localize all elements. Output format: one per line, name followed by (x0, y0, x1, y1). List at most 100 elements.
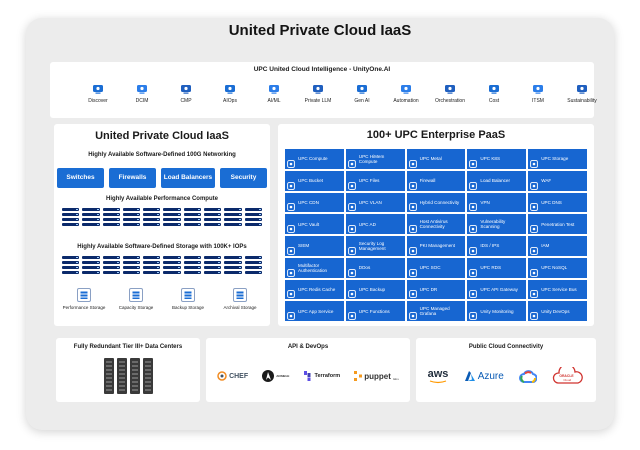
server-unit-icon (143, 218, 161, 221)
paas-tile-upc-metal: UPC Metal (406, 149, 466, 169)
paas-tile-label: Load Balancer (480, 178, 511, 184)
puppet-logo: puppet labs (354, 371, 399, 381)
paas-tile-waf: WAF (528, 170, 587, 191)
service-icon (408, 285, 417, 299)
azure-icon (464, 370, 475, 381)
binoculars-icon (92, 82, 104, 94)
server-unit-icon (62, 208, 80, 211)
service-icon (408, 220, 417, 233)
ansible-label: ANSIBLE (276, 374, 290, 378)
server-unit-icon (183, 256, 202, 259)
networking-switches: Switches (57, 168, 104, 188)
devops-title: API & DevOps (287, 344, 329, 350)
intelligence-item-label: Sustainability (567, 98, 597, 104)
networking-row: Switches Firewalls Load Balancers Security (57, 168, 267, 188)
datacenters-title: Fully Redundant Tier III+ Data Centers (73, 344, 183, 350)
intelligence-item-label: AI/ML (267, 98, 281, 104)
intelligence-item: AIOps (210, 78, 250, 112)
service-icon (469, 242, 478, 255)
iaas-panel: United Private Cloud IaaS Highly Availab… (54, 124, 270, 326)
paas-title: 100+ UPC Enterprise PaaS (366, 129, 506, 141)
paas-tile-label: Security Log Management (358, 240, 386, 251)
server-unit-icon (224, 213, 242, 216)
puppet-label: puppet (364, 371, 391, 381)
service-icon (408, 307, 417, 320)
storage-type-label: Capacity Storage (118, 305, 154, 310)
paas-tile-upc-storage: UPC Storage (528, 149, 587, 169)
server-unit-icon (204, 218, 222, 221)
server-unit-icon (102, 256, 120, 259)
server-rack-icon (117, 358, 127, 394)
service-icon (469, 264, 478, 277)
paas-tile-upc-ad: UPC AD (345, 214, 405, 234)
paas-tile-upc-k8s: UPC K8S (467, 149, 527, 169)
paas-tile-label: Penetration Test (541, 221, 575, 227)
paas-tile-upc-managed-grafana: UPC Managed Grafana (406, 301, 466, 321)
server-unit-icon (163, 261, 181, 264)
paas-tile-label: UPC Backup (358, 286, 386, 292)
server-unit-icon (82, 256, 100, 259)
paas-tile-label: Unity Monitoring (480, 308, 514, 314)
server-unit-icon (122, 266, 141, 269)
service-icon (347, 242, 356, 255)
paas-tile-upc-redis-cache: UPC Redis Cache (285, 279, 344, 300)
server-unit-icon (102, 266, 120, 269)
orchestration-icon (444, 82, 456, 94)
puppet-sub: labs (392, 377, 399, 381)
performance-storage-icon (77, 288, 91, 302)
server-unit-icon (204, 261, 222, 264)
paas-tile-label: UPC RDS (480, 265, 502, 271)
service-icon (530, 198, 539, 212)
paas-tile-pki-management: PKI Management (406, 236, 466, 256)
intelligence-panel: UPC United Cloud Intelligence - UnityOne… (50, 62, 597, 118)
server-unit-icon (82, 218, 100, 221)
intelligence-item: Cost (474, 78, 514, 112)
paas-tile-label: UPC NoSQL (541, 265, 568, 271)
server-unit-icon (163, 223, 181, 226)
intelligence-item-label: CMP (180, 98, 192, 104)
paas-tile-label: UPC AD (358, 221, 376, 227)
server-unit-icon (82, 223, 100, 226)
server-unit-icon (183, 261, 202, 264)
paas-tile-label: UPC Managed Grafana (419, 306, 450, 317)
paas-tile-penetration-test: Penetration Test (528, 214, 587, 234)
paas-tile-label: UPC Metal (419, 156, 442, 162)
iaas-title: United Private Cloud IaaS (95, 130, 229, 142)
server-unit-icon (224, 223, 242, 226)
intelligence-item-label: Cost (488, 98, 500, 104)
paas-tile-vulnerability-scanning: Vulnerability Scanning (467, 214, 527, 234)
paas-tile-iam: IAM (528, 236, 587, 256)
ansible-logo: ANSIBLE (262, 370, 289, 382)
paas-tile-label: Firewall (419, 178, 436, 184)
server-unit-icon (143, 266, 161, 269)
server-unit-icon (244, 208, 262, 211)
service-icon (287, 307, 295, 320)
server-unit-icon (143, 261, 161, 264)
server-unit-icon (62, 223, 80, 226)
server-unit-icon (102, 271, 120, 274)
server-unit-icon (163, 218, 181, 221)
server-unit-icon (82, 266, 100, 269)
paas-tile-upc-dns: UPC DNS (528, 192, 587, 213)
server-unit-icon (122, 218, 141, 221)
paas-tile-unity-monitoring: Unity Monitoring (467, 301, 527, 321)
server-unit-icon (122, 271, 141, 274)
azure-label: Azure (477, 370, 504, 382)
automation-gear-icon (400, 82, 412, 94)
paas-tile-label: Unity DevOps (541, 308, 570, 314)
server-unit-icon (82, 261, 100, 264)
chef-logo: CHEF (217, 371, 248, 381)
paas-tile-label: IDS / IPS (480, 243, 500, 249)
server-unit-icon (62, 261, 80, 264)
ansible-icon (262, 370, 275, 382)
service-icon (347, 264, 356, 277)
server-unit-icon (183, 208, 202, 211)
server-unit-icon (82, 208, 100, 211)
devops-panel: API & DevOps CHEF ANSIBLE Terraform pupp… (206, 338, 410, 402)
terraform-icon (303, 371, 311, 381)
service-icon (287, 220, 295, 233)
paas-tile-multifactor-authentication: Multifactor Authentication (285, 257, 344, 278)
paas-services-grid: UPC Compute UPC HiMem Compute UPC Metal UPC… (285, 149, 587, 321)
service-icon (408, 198, 417, 212)
networking-firewalls: Firewalls (108, 168, 156, 188)
